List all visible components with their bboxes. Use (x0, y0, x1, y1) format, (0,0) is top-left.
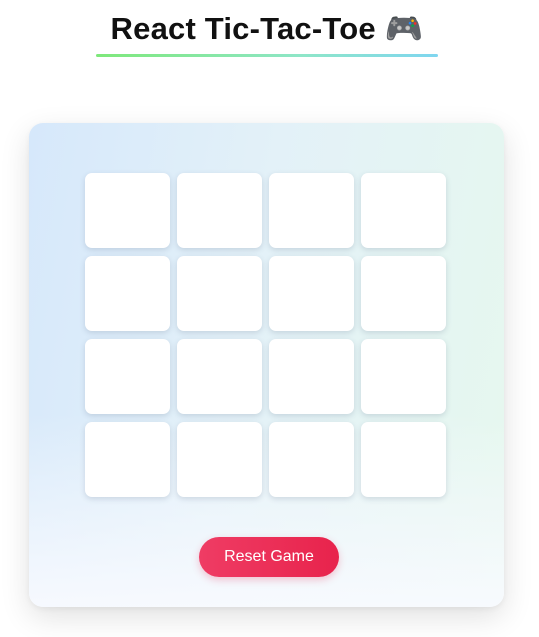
board-cell[interactable] (177, 422, 262, 497)
board-cell[interactable] (269, 422, 354, 497)
game-card: Reset Game (29, 123, 504, 607)
header: React Tic-Tac-Toe 🎮 (96, 10, 438, 58)
board-cell[interactable] (85, 422, 170, 497)
board-cell[interactable] (269, 256, 354, 331)
page-title-text: React Tic-Tac-Toe (110, 11, 376, 46)
board-cell[interactable] (269, 173, 354, 248)
board-cell[interactable] (361, 173, 446, 248)
board-cell[interactable] (361, 339, 446, 414)
board-cell[interactable] (85, 256, 170, 331)
board-cell[interactable] (269, 339, 354, 414)
board-cell[interactable] (85, 339, 170, 414)
board-cell[interactable] (85, 173, 170, 248)
app-page: React Tic-Tac-Toe 🎮 Reset Game (0, 0, 539, 637)
board-cell[interactable] (361, 256, 446, 331)
board-cell[interactable] (177, 339, 262, 414)
page-title: React Tic-Tac-Toe 🎮 (111, 10, 424, 48)
reset-game-button[interactable]: Reset Game (199, 537, 339, 577)
gamepad-icon: 🎮 (384, 11, 424, 46)
title-underline (96, 54, 438, 57)
board-cell[interactable] (177, 173, 262, 248)
board-cell[interactable] (177, 256, 262, 331)
board-cell[interactable] (361, 422, 446, 497)
game-board (85, 173, 447, 497)
